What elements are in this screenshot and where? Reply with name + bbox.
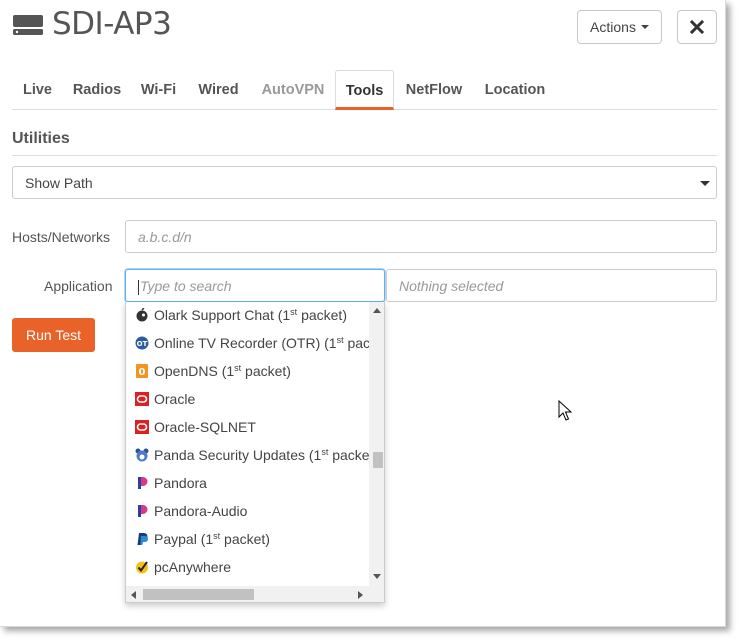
device-icon [13,15,43,35]
panda-icon [135,448,149,462]
svg-text:OT: OT [137,340,148,348]
list-item-pandora[interactable]: Pandora [126,469,369,497]
application-search-placeholder: Type to search [140,278,232,294]
scroll-left-icon[interactable] [131,591,136,599]
oracle-icon [135,392,149,406]
item-label: Panda Security Updates (1st packet) [154,447,369,463]
hosts-label: Hosts/Networks [12,229,111,245]
opendns-icon: 0 [135,364,149,378]
item-label: Olark Support Chat (1st packet) [154,307,347,323]
list-item-opendns[interactable]: 0 OpenDNS (1st packet) [126,357,369,385]
utilities-heading: Utilities [12,130,70,147]
mouse-cursor-icon [558,400,572,421]
list-item-oracle-sqlnet[interactable]: Oracle-SQLNET [126,413,369,441]
otr-icon: OT [135,336,149,350]
list-item-panda[interactable]: Panda Security Updates (1st packet) [126,441,369,469]
item-label: Oracle [154,391,196,407]
item-label: pcAnywhere [154,559,232,575]
page-title: SDI-AP3 [52,6,172,42]
application-selected-box[interactable]: Nothing selected [386,269,717,302]
list-item-paypal[interactable]: Paypal (1st packet) [126,525,369,553]
application-list: Olark Support Chat (1st packet) OT Onlin… [126,302,369,586]
text-cursor [138,279,139,295]
section-divider [12,155,717,156]
item-label: Oracle-SQLNET [154,419,256,435]
tab-netflow[interactable]: NetFlow [394,70,474,110]
olark-icon [135,308,149,322]
tool-select[interactable]: Show Path [12,166,717,199]
list-item-olark[interactable]: Olark Support Chat (1st packet) [126,302,369,329]
item-label: Paypal (1st packet) [154,531,270,547]
run-test-button[interactable]: Run Test [12,318,95,352]
list-item-pcanywhere[interactable]: pcAnywhere [126,553,369,581]
tab-live[interactable]: Live [12,70,63,110]
tab-location[interactable]: Location [474,70,556,110]
scroll-right-icon[interactable] [358,591,363,599]
scroll-up-icon[interactable] [373,308,381,313]
hosts-input[interactable]: a.b.c.d/n [125,220,717,253]
hosts-placeholder: a.b.c.d/n [138,229,192,245]
scroll-thumb-horizontal[interactable] [143,589,254,600]
list-item-oracle[interactable]: Oracle [126,385,369,413]
tab-wired[interactable]: Wired [186,70,251,110]
tab-autovpn: AutoVPN [261,82,325,98]
list-item-otr[interactable]: OT Online TV Recorder (OTR) (1st packet) [126,329,369,357]
application-dropdown: Olark Support Chat (1st packet) OT Onlin… [125,302,385,603]
list-item-pandora-audio[interactable]: Pandora-Audio [126,497,369,525]
horizontal-scrollbar[interactable] [126,586,384,602]
actions-label: Actions [590,19,636,35]
item-label: OpenDNS (1st packet) [154,363,291,379]
scroll-down-icon[interactable] [373,574,381,579]
actions-button[interactable]: Actions [577,10,662,44]
nothing-selected-text: Nothing selected [399,278,504,294]
tab-wifi[interactable]: Wi-Fi [131,70,186,110]
pandora-icon [135,504,149,518]
pandora-icon [135,476,149,490]
modal-window: SDI-AP3 Actions Live Radios Wi-Fi Wired … [0,0,726,627]
tool-select-value: Show Path [25,175,93,191]
vertical-scrollbar[interactable] [369,302,384,586]
application-label: Application [44,278,113,294]
application-search-input[interactable]: Type to search [125,269,385,302]
close-button[interactable] [677,10,717,44]
svg-text:0: 0 [139,367,146,378]
tab-bar: Live Radios Wi-Fi Wired AutoVPN Tools Ne… [12,70,717,110]
item-label: Online TV Recorder (OTR) (1st packet) [154,335,369,351]
caret-down-icon [640,25,649,29]
close-icon [690,20,704,34]
chevron-down-icon [700,181,710,186]
item-label: Pandora-Audio [154,503,248,519]
tab-tools[interactable]: Tools [335,70,394,110]
oracle-icon [135,420,149,434]
scroll-thumb[interactable] [373,452,383,468]
paypal-icon [135,532,149,546]
tab-radios[interactable]: Radios [63,70,131,110]
item-label: Pandora [154,475,207,491]
pcanywhere-icon [135,560,149,574]
